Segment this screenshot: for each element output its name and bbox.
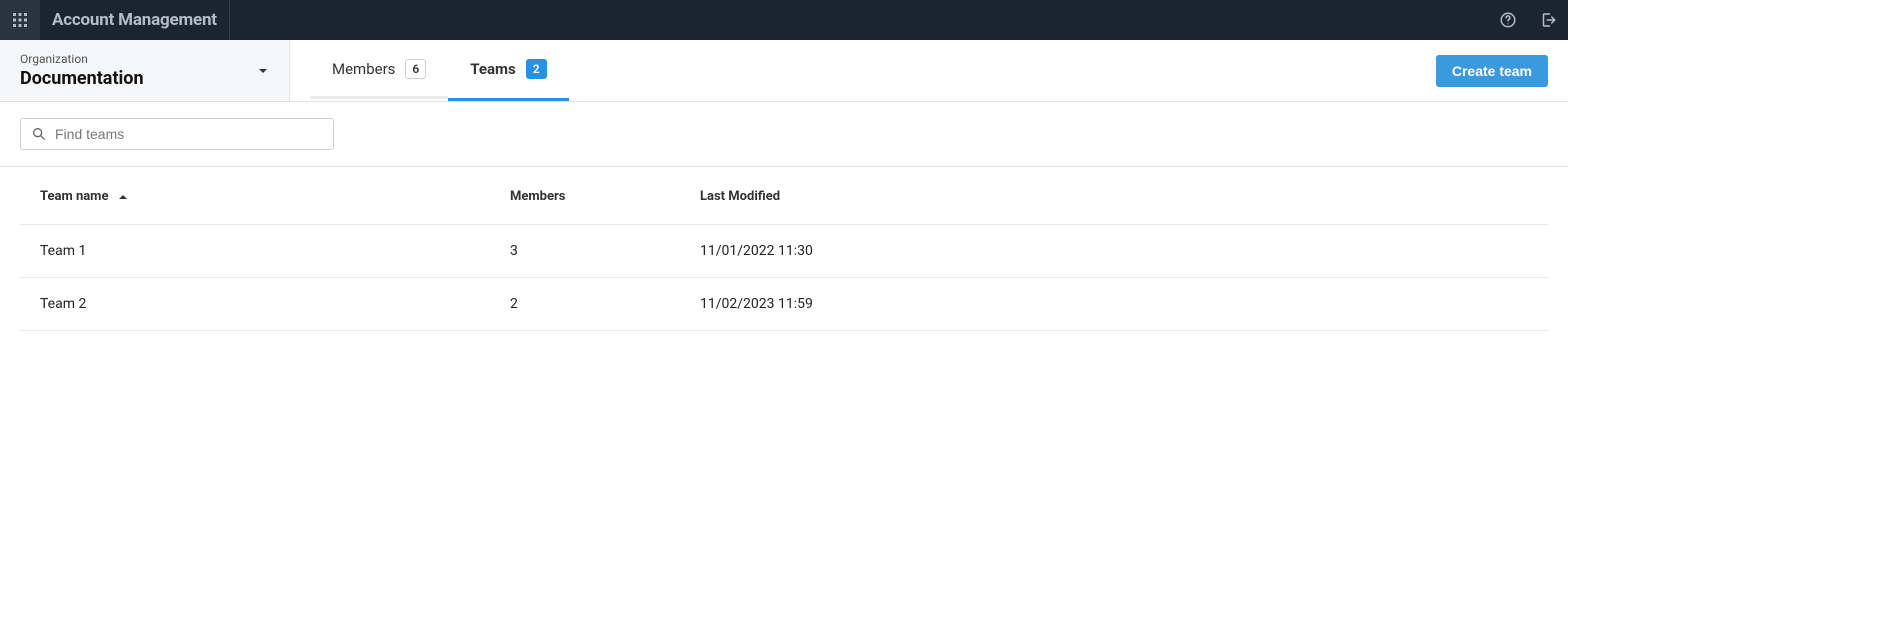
column-header-last-modified-label: Last Modified [700,189,780,204]
cell-team-name: Team 1 [20,225,490,278]
column-header-team-name[interactable]: Team name [20,167,490,225]
cell-members: 2 [490,278,680,331]
tabs: Members 6 Teams 2 [290,40,1436,101]
search-input[interactable] [55,126,323,142]
tab-teams-count: 2 [526,59,547,79]
column-header-members-label: Members [510,189,565,204]
organization-label: Organization [20,52,257,66]
tab-teams-label: Teams [470,60,515,78]
sign-out-button[interactable] [1528,0,1568,40]
sub-header: Organization Documentation Members 6 Tea… [0,40,1568,102]
teams-table: Team name Members Last Modified Team 1 3… [20,167,1548,331]
table-row[interactable]: Team 1 3 11/01/2022 11:30 [20,225,1548,278]
cell-team-name: Team 2 [20,278,490,331]
column-header-members[interactable]: Members [490,167,680,225]
teams-table-header-row: Team name Members Last Modified [20,167,1548,225]
sort-ascending-icon [118,192,128,202]
help-icon [1499,11,1517,29]
organization-selector[interactable]: Organization Documentation [0,40,290,101]
app-title: Account Management [52,10,217,30]
cell-last-modified: 11/01/2022 11:30 [680,225,1548,278]
search-row [0,102,1568,167]
caret-down-icon [257,65,269,77]
tab-teams[interactable]: Teams 2 [448,40,568,101]
table-row[interactable]: Team 2 2 11/02/2023 11:59 [20,278,1548,331]
search-icon [31,126,47,142]
column-header-last-modified[interactable]: Last Modified [680,167,1548,225]
action-area: Create team [1436,40,1568,101]
apps-grid-icon [12,12,28,28]
cell-members: 3 [490,225,680,278]
tab-members-label: Members [332,60,395,78]
teams-table-wrap: Team name Members Last Modified Team 1 3… [0,167,1568,331]
organization-text: Organization Documentation [20,52,257,89]
column-header-team-name-label: Team name [40,189,108,204]
sign-out-icon [1539,11,1557,29]
help-button[interactable] [1488,0,1528,40]
create-team-button[interactable]: Create team [1436,55,1548,87]
tab-members-count: 6 [405,59,426,79]
app-title-area: Account Management [40,0,230,40]
organization-name: Documentation [20,68,257,89]
cell-last-modified: 11/02/2023 11:59 [680,278,1548,331]
search-box[interactable] [20,118,334,150]
tab-members[interactable]: Members 6 [310,40,448,101]
apps-menu-button[interactable] [0,0,40,40]
top-bar: Account Management [0,0,1568,40]
top-bar-spacer [230,0,1488,40]
